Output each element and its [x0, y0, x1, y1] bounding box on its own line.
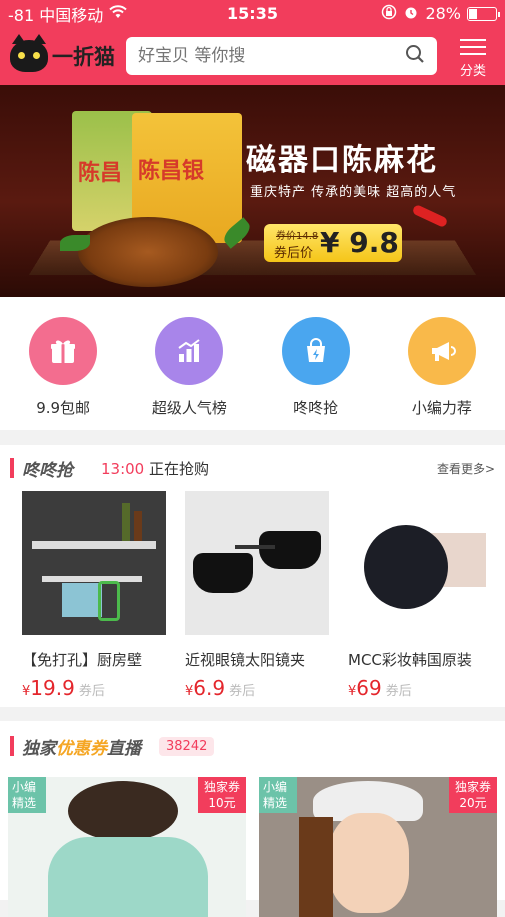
megaphone-icon [407, 317, 476, 385]
app-logo[interactable]: 一折猫 [10, 34, 122, 72]
banner-price: ¥ 9.8 [320, 226, 399, 259]
product-name: MCC彩妆韩国原装 [348, 651, 472, 669]
tag-line: 小编 [12, 780, 37, 794]
search-bar[interactable] [126, 37, 437, 75]
product-name: 【免打孔】厨房壁 [22, 651, 143, 669]
tag-line: 独家券 [454, 780, 491, 794]
product-price: ¥19.9 券后 [22, 676, 159, 700]
product-name: 近视眼镜太阳镜夹 [185, 651, 306, 669]
product-card[interactable]: MCC彩妆韩国原装 ¥69 券后 [334, 491, 497, 700]
product-image [348, 491, 492, 635]
tag-line: 独家券 [203, 780, 240, 794]
bag-brand-right: 陈昌银 [138, 159, 205, 184]
logo-text: 一折猫 [52, 45, 115, 69]
cat-logo-icon [10, 34, 48, 72]
category-label: 咚咚抢 [293, 399, 339, 417]
search-input[interactable] [138, 46, 378, 66]
coupon-live-header: 独家优惠券直播 38242 [0, 721, 505, 771]
product-price: ¥69 券后 [348, 676, 485, 700]
category-popular[interactable]: 超级人气榜 [134, 317, 244, 430]
section-accent-bar [10, 736, 14, 756]
flash-sale-header: 咚咚抢 13:00 正在抢购 查看更多> [0, 445, 505, 491]
coupon-suffix: 券后 [78, 684, 105, 699]
product-image [185, 491, 329, 635]
promo-banner[interactable]: 陈昌 陈昌银 磁器口陈麻花 重庆特产 传承的美味 超高的人气 券价14.8 券后… [0, 85, 505, 297]
category-label: 超级人气榜 [151, 399, 227, 417]
battery-percent: 28% [425, 4, 461, 23]
chart-icon [155, 317, 224, 385]
title-part-a: 独家 [22, 738, 56, 759]
battery-icon [467, 6, 500, 21]
coupon-card[interactable]: 小编 精选 独家券 10元 [8, 777, 246, 917]
tag-line: 精选 [12, 796, 37, 810]
banner-title: 磁器口陈麻花 [246, 143, 438, 178]
carrier-text: -81 中国移动 [8, 5, 104, 25]
list-menu-icon [460, 38, 486, 55]
section-title: 独家优惠券直播 [22, 734, 141, 759]
banner-price-tag: 券价14.8 券后价 ¥ 9.8 [264, 224, 402, 262]
coupon-suffix: 券后 [229, 684, 256, 699]
twist-plate-image [78, 217, 218, 287]
title-part-c: 直播 [107, 738, 141, 759]
price-value: 19.9 [30, 676, 75, 700]
leaf-decoration [60, 235, 90, 251]
product-list: 【免打孔】厨房壁 ¥19.9 券后 近视眼镜太阳镜夹 ¥6.9 券后 MCC彩妆韩国… [0, 491, 505, 700]
sale-status: 正在抢购 [149, 459, 210, 478]
sale-time: 13:00 正在抢购 [101, 458, 209, 479]
category-label: 9.9包邮 [36, 399, 91, 417]
product-card[interactable]: 【免打孔】厨房壁 ¥19.9 券后 [8, 491, 171, 700]
bag-brand-left: 陈昌 [78, 161, 123, 186]
editor-pick-tag: 小编 精选 [8, 777, 46, 813]
category-free-shipping[interactable]: 9.9包邮 [8, 317, 118, 430]
coupon-card[interactable]: 小编 精选 独家券 20元 [259, 777, 497, 917]
bag-icon [281, 317, 350, 385]
search-icon[interactable] [405, 44, 425, 68]
tag-line: 小编 [263, 780, 288, 794]
price-value: 6.9 [193, 676, 226, 700]
coupon-suffix: 券后 [385, 684, 412, 699]
category-editor-picks[interactable]: 小编力荐 [387, 317, 497, 430]
category-label: 小编力荐 [411, 399, 472, 417]
tag-line: 20元 [459, 796, 487, 810]
editor-pick-tag: 小编 精选 [259, 777, 297, 813]
category-shortcuts: 9.9包邮 超级人气榜 咚咚抢 小编力荐 [0, 297, 505, 430]
coupon-live-section: 独家优惠券直播 38242 小编 精选 独家券 10元 小编 精选 独家券 20… [0, 721, 505, 917]
exclusive-coupon-tag: 独家券 10元 [198, 777, 246, 813]
status-bar: -81 中国移动 15:35 28% [0, 0, 505, 27]
chili-decoration [411, 203, 449, 229]
app-header: 一折猫 分类 [0, 27, 505, 85]
product-card[interactable]: 近视眼镜太阳镜夹 ¥6.9 券后 [171, 491, 334, 700]
section-title: 咚咚抢 [22, 460, 73, 481]
rotation-lock-icon [381, 4, 397, 24]
category-menu-button[interactable]: 分类 [451, 34, 495, 79]
title-part-b: 优惠券 [56, 738, 107, 759]
wifi-icon [109, 4, 127, 23]
banner-subtitle: 重庆特产 传承的美味 超高的人气 [250, 185, 457, 200]
category-flash[interactable]: 咚咚抢 [261, 317, 371, 430]
menu-label: 分类 [459, 63, 486, 79]
banner-old-price: 券价14.8 [276, 231, 319, 242]
alarm-icon [403, 4, 419, 24]
sale-time-value: 13:00 [101, 459, 145, 478]
flash-sale-section: 咚咚抢 13:00 正在抢购 查看更多> 【免打孔】厨房壁 ¥19.9 券后 近… [0, 445, 505, 707]
coupon-count-badge: 38242 [159, 736, 215, 756]
section-accent-bar [10, 458, 14, 478]
banner-price-label: 券后价 [274, 246, 314, 261]
price-value: 69 [356, 676, 382, 700]
product-price: ¥6.9 券后 [185, 676, 322, 700]
coupon-grid: 小编 精选 独家券 10元 小编 精选 独家券 20元 [0, 771, 505, 917]
view-more-link[interactable]: 查看更多> [437, 460, 495, 477]
tag-line: 精选 [263, 796, 288, 810]
product-image [22, 491, 166, 635]
gift-icon [29, 317, 98, 385]
exclusive-coupon-tag: 独家券 20元 [449, 777, 497, 813]
tag-line: 10元 [208, 796, 236, 810]
